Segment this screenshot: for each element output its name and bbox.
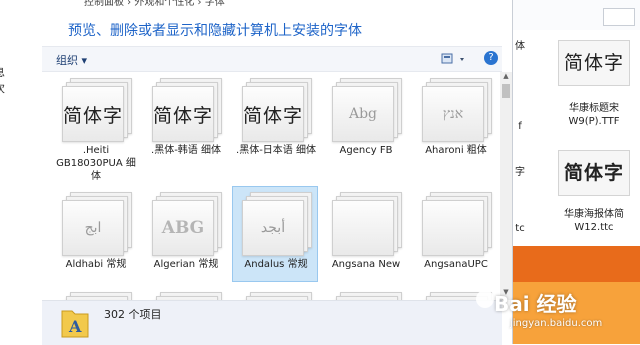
font-tile[interactable]: 简体字 .黑体-韩语 细体	[146, 78, 226, 157]
font-preview-icon: أبجد	[242, 192, 312, 256]
font-grid: 简体字 .Heiti GB18030PUA 细体 简体字 .黑体-韩语 细体 简…	[42, 72, 502, 300]
font-tile[interactable]: 简体字 .黑体-日本语 细体	[236, 78, 316, 157]
font-preview-icon: 简体字	[242, 78, 312, 142]
partial-tile[interactable]: tc	[513, 222, 527, 235]
paw-icon	[476, 290, 494, 308]
font-tile[interactable]: 简体字 .Heiti GB18030PUA 细体	[56, 78, 136, 183]
font-tile[interactable]: Abg Agency FB	[326, 78, 406, 157]
font-sample: ابج	[84, 220, 102, 236]
font-name: 华康海报体简 W12.ttc	[564, 209, 624, 233]
view-icon	[441, 53, 464, 64]
font-name: Aharoni 粗体	[425, 145, 487, 156]
font-preview-icon	[332, 192, 402, 256]
font-tile[interactable]: אנץ Aharoni 粗体	[416, 78, 496, 157]
font-name: .Heiti GB18030PUA 细体	[56, 145, 136, 182]
font-sample: 简体字	[63, 104, 124, 127]
font-tile[interactable]: Angsana New	[326, 192, 406, 271]
details-pane: A 302 个项目	[42, 300, 502, 345]
breadcrumb[interactable]: 控制面板 › 外观和个性化 › 字体	[84, 0, 544, 6]
partial-tile[interactable]: 体	[513, 40, 527, 53]
fonts-window: 控制面板 › 外观和个性化 › 字体 预览、删除或者显示和隐藏计算机上安装的字体…	[42, 0, 502, 345]
help-button[interactable]: ?	[484, 51, 498, 65]
watermark: Bai 经验 jingyan.baidu.com	[470, 284, 640, 342]
font-preview-icon: אנץ	[422, 78, 492, 142]
font-name: .黑体-韩语 细体	[151, 145, 221, 156]
navigation-pane: 息 次	[0, 0, 42, 344]
font-preview-icon: ABG	[152, 192, 222, 256]
background-window-header	[513, 0, 640, 30]
search-box[interactable]	[603, 8, 635, 26]
nav-item-label[interactable]: 次	[0, 80, 5, 96]
partial-label: tc	[515, 223, 525, 234]
partial-tile[interactable]: 字	[513, 166, 527, 179]
font-name: Aldhabi 常规	[65, 259, 127, 270]
organize-button[interactable]: 组织 ▾	[56, 52, 87, 68]
font-preview-icon: Abg	[332, 78, 402, 142]
partial-label: 体	[515, 41, 525, 52]
watermark-url: jingyan.baidu.com	[510, 318, 603, 329]
font-name: Algerian 常规	[153, 259, 219, 270]
partial-label: f	[518, 121, 522, 132]
font-sample: 简体字	[563, 161, 624, 184]
scroll-up-icon[interactable]: ▲	[500, 72, 512, 82]
font-name: Andalus 常规	[244, 259, 308, 270]
item-count: 302 个项目	[104, 308, 162, 321]
font-name: 华康标题宋 W9(P).TTF	[568, 103, 620, 127]
font-tile[interactable]	[146, 292, 226, 300]
change-view-button[interactable]	[440, 51, 470, 67]
font-name: Angsana New	[331, 259, 401, 270]
font-sample: 简体字	[153, 104, 214, 127]
font-tile[interactable]	[56, 292, 136, 300]
command-bar: 组织 ▾ ?	[42, 46, 502, 72]
font-sample: ABG	[161, 218, 205, 238]
scroll-thumb[interactable]	[502, 84, 510, 98]
font-sample: 简体字	[243, 104, 304, 127]
font-tile[interactable]: AngsanaUPC	[416, 192, 496, 271]
font-tile[interactable]: ابج Aldhabi 常规	[56, 192, 136, 271]
page-title: 预览、删除或者显示和隐藏计算机上安装的字体	[68, 23, 362, 39]
font-tile[interactable]: 简体字 华康标题宋 W9(P).TTF	[551, 40, 637, 128]
font-name: AngsanaUPC	[424, 259, 488, 270]
font-tile-selected[interactable]: أبجد Andalus 常规	[232, 186, 318, 282]
font-tile[interactable]: ABG Algerian 常规	[146, 192, 226, 271]
font-tile[interactable]	[326, 292, 406, 300]
font-sample: 简体字	[563, 51, 624, 74]
font-preview-icon	[422, 192, 492, 256]
font-preview-icon: 简体字	[152, 78, 222, 142]
svg-text:A: A	[68, 317, 82, 336]
font-tile[interactable]	[236, 292, 316, 300]
font-sample: אנץ	[442, 105, 464, 122]
vertical-scrollbar[interactable]: ▲ ▼	[500, 72, 512, 300]
partial-label: 字	[515, 167, 525, 178]
fonts-folder-icon: A	[60, 305, 90, 339]
font-preview-icon: 简体字	[558, 40, 630, 86]
font-preview-icon: ابج	[62, 192, 132, 256]
font-tile[interactable]: 简体字 华康海报体简 W12.ttc	[551, 150, 637, 234]
font-sample: أبجد	[260, 220, 286, 236]
font-preview-icon: 简体字	[558, 150, 630, 196]
font-name: .黑体-日本语 细体	[236, 145, 316, 156]
watermark-logo: Bai 经验	[494, 292, 577, 316]
font-sample: Abg	[348, 106, 378, 122]
font-preview-icon: 简体字	[62, 78, 132, 142]
partial-tile[interactable]: f	[513, 120, 527, 133]
nav-item-label[interactable]: 息	[0, 64, 5, 80]
font-name: Agency FB	[339, 145, 393, 156]
